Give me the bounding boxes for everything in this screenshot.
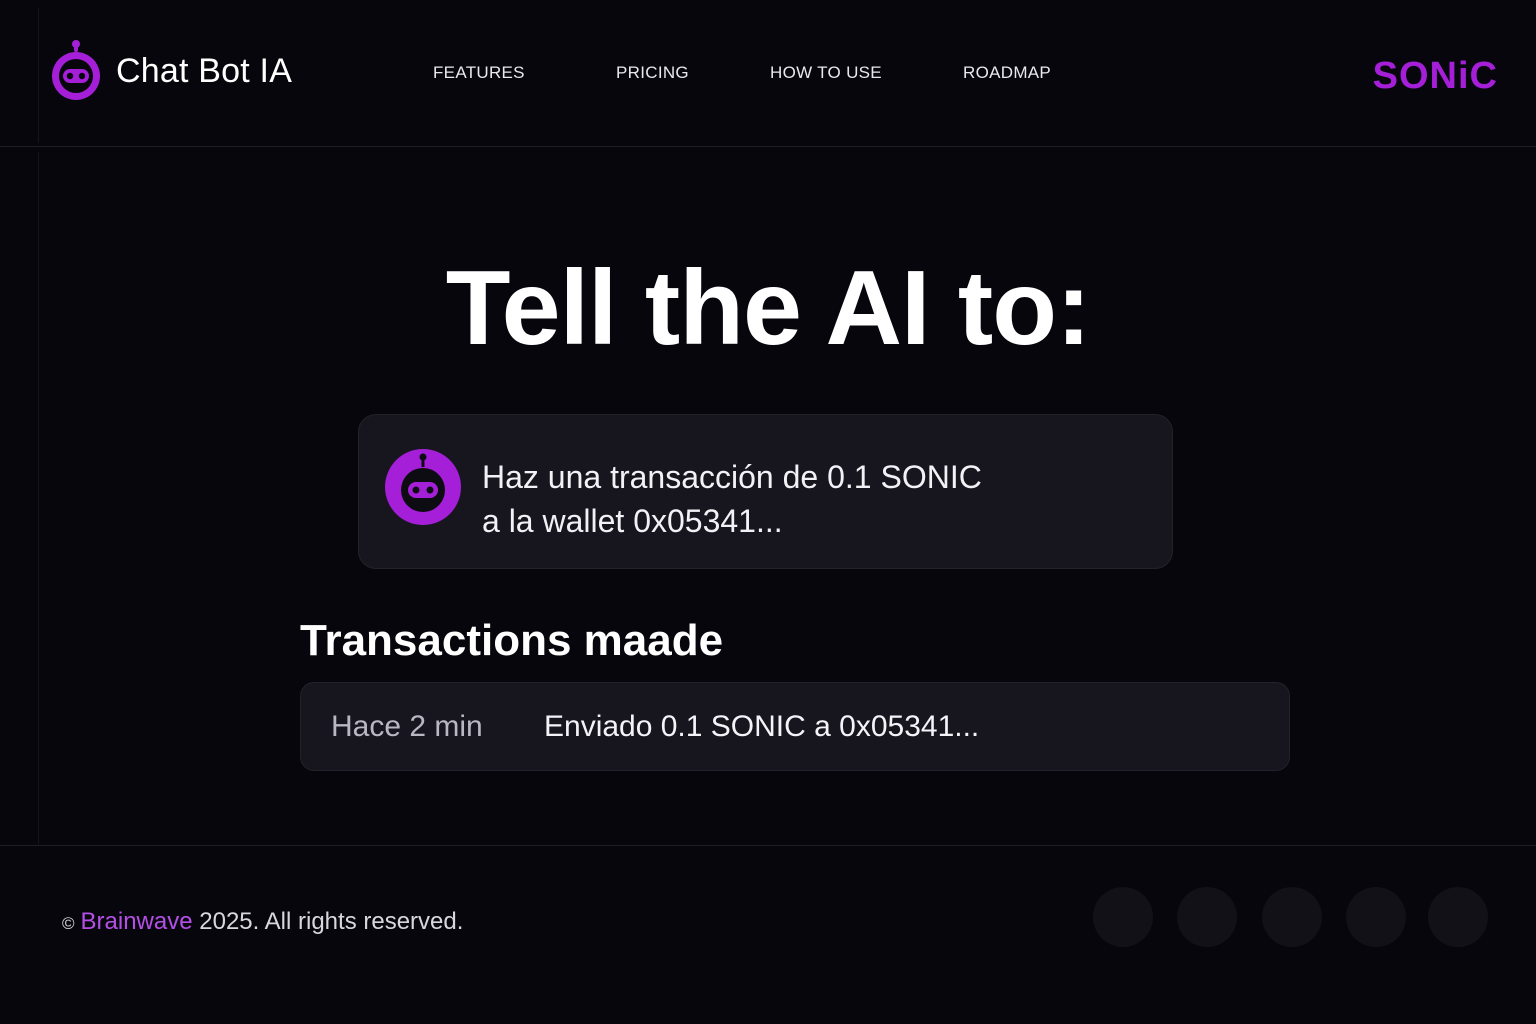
site-header: Chat Bot IA FEATURES PRICING HOW TO USE …	[0, 0, 1536, 147]
nav-roadmap[interactable]: ROADMAP	[963, 63, 1051, 83]
copyright-text: 2025. All rights reserved.	[192, 908, 464, 935]
transactions-title: Transactions maade	[300, 616, 724, 665]
robot-icon	[52, 40, 100, 100]
footer-brand-link[interactable]: Brainwave	[81, 908, 193, 935]
social-button-5[interactable]	[1428, 887, 1488, 947]
prompt-text: Haz una transacción de 0.1 SONIC a la wa…	[482, 455, 982, 543]
transaction-row: Hace 2 min Enviado 0.1 SONIC a 0x05341..…	[300, 682, 1290, 771]
brand[interactable]: Chat Bot IA	[48, 40, 292, 102]
nav-how-to-use[interactable]: HOW TO USE	[770, 63, 882, 83]
site-footer: © Brainwave 2025. All rights reserved.	[0, 845, 1536, 1024]
social-button-4[interactable]	[1346, 887, 1406, 947]
social-button-3[interactable]	[1262, 887, 1322, 947]
sonic-logo[interactable]: SONiC	[1373, 55, 1498, 98]
prompt-line-2: a la wallet 0x05341...	[482, 503, 783, 539]
social-button-2[interactable]	[1177, 887, 1237, 947]
brand-name: Chat Bot IA	[116, 51, 293, 90]
copyright: © Brainwave 2025. All rights reserved.	[62, 908, 463, 936]
page: Chat Bot IA FEATURES PRICING HOW TO USE …	[0, 0, 1536, 1024]
copyright-symbol: ©	[62, 914, 75, 933]
transaction-description: Enviado 0.1 SONIC a 0x05341...	[544, 710, 980, 743]
nav-features[interactable]: FEATURES	[433, 63, 525, 83]
social-button-1[interactable]	[1093, 887, 1153, 947]
robot-avatar-icon	[385, 449, 461, 525]
prompt-card: Haz una transacción de 0.1 SONIC a la wa…	[358, 414, 1173, 569]
transaction-time: Hace 2 min	[331, 710, 483, 743]
hero-title: Tell the AI to:	[445, 249, 1092, 367]
nav-pricing[interactable]: PRICING	[616, 63, 689, 83]
prompt-line-1: Haz una transacción de 0.1 SONIC	[482, 459, 982, 495]
